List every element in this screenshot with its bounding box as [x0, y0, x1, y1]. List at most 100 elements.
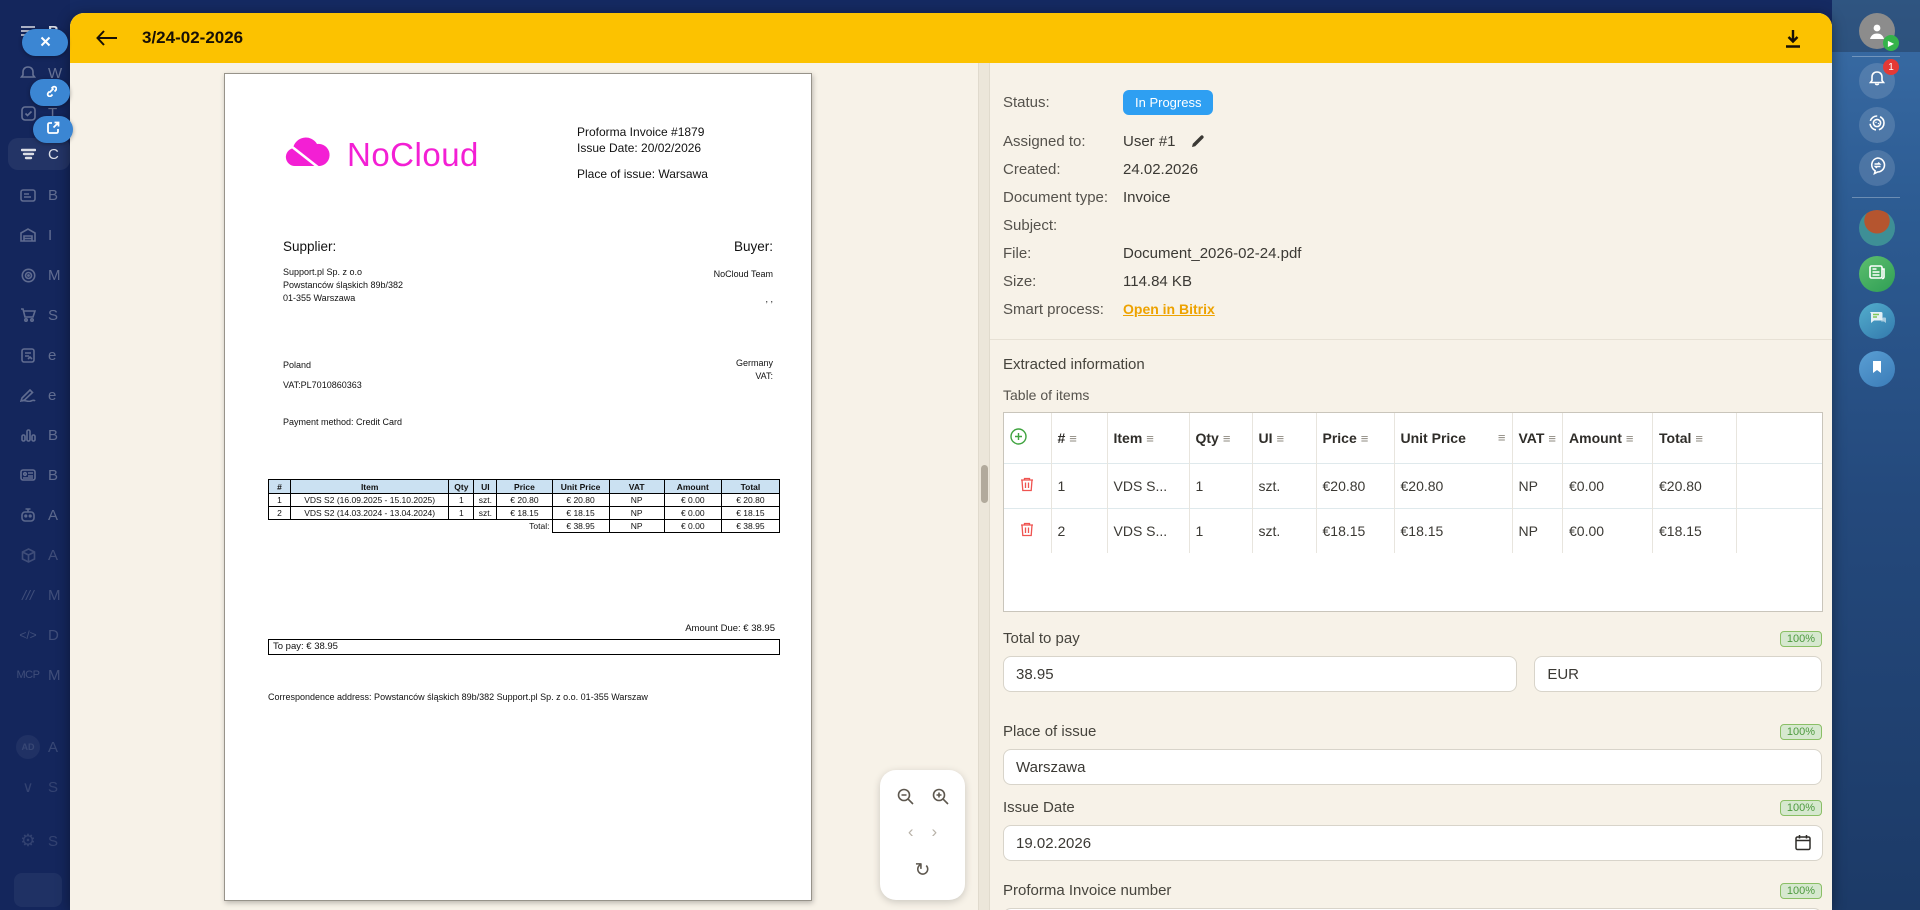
zoom-in-button[interactable]	[932, 788, 949, 805]
copilot-icon	[1868, 114, 1886, 137]
sort-icon[interactable]: ≡	[1277, 431, 1285, 446]
payment-method: Payment method: Credit Card	[283, 417, 403, 427]
sidebar-item-esign-hr[interactable]: e	[8, 378, 70, 412]
modal-header: 3/24-02-2026	[70, 13, 1832, 63]
document-sign-icon	[8, 347, 48, 363]
back-button[interactable]	[96, 24, 124, 52]
page-title: 3/24-02-2026	[142, 28, 244, 47]
pdf-viewer-controls: ‹ › ↻	[880, 770, 965, 900]
marketing-icon	[8, 268, 48, 283]
buyer-address: NoCloud Team , ,	[713, 269, 773, 305]
chevron-down-icon: ∨	[22, 779, 34, 796]
sidebar-item-developer[interactable]: </> D	[8, 618, 70, 652]
pdf-page: NoCloud Proforma Invoice #1879 Issue Dat…	[224, 73, 812, 901]
zoom-out-button[interactable]	[897, 788, 914, 805]
sort-icon[interactable]: ≡	[1548, 431, 1556, 446]
chat-sync-icon	[1868, 156, 1887, 180]
download-button[interactable]	[1780, 25, 1806, 51]
notifications-button[interactable]: 1	[1859, 59, 1899, 99]
table-total-row: Total: € 38.95 NP € 0.00 € 38.95	[268, 519, 781, 533]
sidebar-item-mcp[interactable]: MCP M	[8, 658, 70, 692]
confidence-badge: 100%	[1779, 799, 1822, 816]
code-icon: </>	[19, 628, 37, 642]
amount-due: Amount Due: € 38.95	[685, 623, 775, 634]
sidebar-item-business-card[interactable]: B	[8, 458, 70, 492]
invoice-meta: Proforma Invoice #1879 Issue Date: 20/02…	[577, 124, 708, 183]
open-external-button[interactable]	[33, 116, 73, 143]
rail-divider	[1852, 56, 1900, 57]
gear-icon: ⚙	[20, 831, 36, 850]
total-to-pay-input[interactable]	[1003, 656, 1518, 692]
edit-assignee-button[interactable]	[1190, 134, 1205, 149]
document-modal: 3/24-02-2026 NoCloud Proforma Invoice #1…	[70, 13, 1832, 910]
confidence-badge: 100%	[1779, 723, 1822, 740]
sort-icon[interactable]: ≡	[1069, 431, 1077, 446]
sidebar-item-show-more[interactable]: ∨ S	[8, 770, 70, 804]
sidebar-item-market[interactable]: /// M	[8, 578, 70, 612]
copilot-button[interactable]	[1859, 107, 1895, 143]
bookmarks-button[interactable]	[1859, 351, 1895, 387]
table-row: 2 VDS S2 (14.03.2024 - 13.04.2024) 1 szt. …	[267, 506, 781, 520]
confidence-badge: 100%	[1779, 882, 1822, 899]
issue-date-input[interactable]	[1003, 825, 1823, 861]
notification-count-badge: 1	[1883, 59, 1899, 75]
logo-text: NoCloud	[347, 135, 479, 173]
next-page-button[interactable]: ›	[932, 822, 938, 842]
sidebar-item-inventory[interactable]: I	[8, 218, 70, 252]
bar-chart-icon	[8, 428, 48, 442]
user-avatar[interactable]: ▶	[1859, 13, 1899, 51]
field-place-of-issue: Place of issue 100%	[1003, 723, 1822, 785]
to-pay-box: To pay: € 38.95	[268, 639, 780, 655]
details-pane: Status: In Progress Assigned to: User #1…	[990, 63, 1832, 910]
scrollbar-thumb[interactable]	[981, 465, 988, 503]
sidebar-item-settings[interactable]: ⚙ S	[8, 824, 70, 858]
sidebar-item-booking[interactable]: B	[8, 178, 70, 212]
buyer-country-vat: Germany VAT:	[735, 358, 773, 382]
previous-page-button[interactable]: ‹	[908, 822, 914, 842]
invoice-items-table: # Item Qty UI Price Unit Price VAT Amount To…	[267, 479, 781, 533]
delete-row-button[interactable]	[1020, 521, 1034, 537]
status-badge[interactable]: In Progress	[1123, 89, 1214, 115]
place-of-issue-input[interactable]	[1003, 749, 1822, 785]
status-play-badge: ▶	[1883, 35, 1899, 51]
sidebar-bottom-button[interactable]	[14, 873, 62, 907]
delete-row-button[interactable]	[1020, 476, 1034, 492]
open-in-bitrix-link[interactable]: Open in Bitrix	[1123, 301, 1215, 317]
messenger-sync-button[interactable]	[1859, 150, 1895, 186]
add-row-button[interactable]	[1010, 428, 1027, 445]
sidebar-item-apps[interactable]: A	[8, 538, 70, 572]
assigned-to-value[interactable]: User #1	[1123, 133, 1176, 150]
news-button[interactable]	[1859, 256, 1895, 292]
field-issue-date: Issue Date 100%	[1003, 799, 1823, 861]
meta-row-status: Status: In Progress	[1003, 85, 1822, 119]
field-label: Place of issue	[1003, 723, 1097, 740]
sort-icon[interactable]: ≡	[1223, 431, 1231, 446]
field-label: Issue Date	[1003, 799, 1075, 816]
sidebar-item-sales[interactable]: S	[8, 298, 70, 332]
chat-bubbles-icon	[1868, 310, 1887, 332]
sidebar-item-ai[interactable]: A	[8, 498, 70, 532]
section-divider	[990, 339, 1832, 340]
ai-assistant-avatar[interactable]	[1859, 210, 1895, 246]
sort-icon[interactable]: ≡	[1626, 431, 1634, 446]
chats-button[interactable]	[1859, 303, 1895, 339]
close-panel-button[interactable]	[22, 29, 68, 56]
pane-divider	[978, 63, 990, 910]
sidebar-item-bi[interactable]: B	[8, 418, 70, 452]
sidebar-item-marketing[interactable]: M	[8, 258, 70, 292]
copy-link-button[interactable]	[30, 79, 70, 106]
sort-icon[interactable]: ≡	[1695, 431, 1703, 446]
external-link-icon	[46, 121, 60, 139]
sort-icon[interactable]: ≡	[1146, 431, 1154, 446]
sort-icon[interactable]: ≡	[1498, 430, 1506, 445]
meta-row-smart-process: Smart process: Open in Bitrix	[1003, 300, 1215, 318]
field-label: Proforma Invoice number	[1003, 882, 1172, 899]
sidebar-item-esign[interactable]: e	[8, 338, 70, 372]
pdf-preview-pane[interactable]: NoCloud Proforma Invoice #1879 Issue Dat…	[70, 63, 978, 910]
extracted-items-table: # ≡ Item ≡ Qty ≡ UI ≡ Price ≡ Unit Price ≡ VAT…	[1003, 412, 1823, 612]
sort-icon[interactable]: ≡	[1361, 431, 1369, 446]
calendar-icon[interactable]	[1795, 834, 1811, 856]
currency-input[interactable]	[1534, 656, 1822, 692]
rotate-button[interactable]: ↻	[915, 859, 931, 882]
sidebar-item-ad[interactable]: AD A	[8, 730, 70, 764]
